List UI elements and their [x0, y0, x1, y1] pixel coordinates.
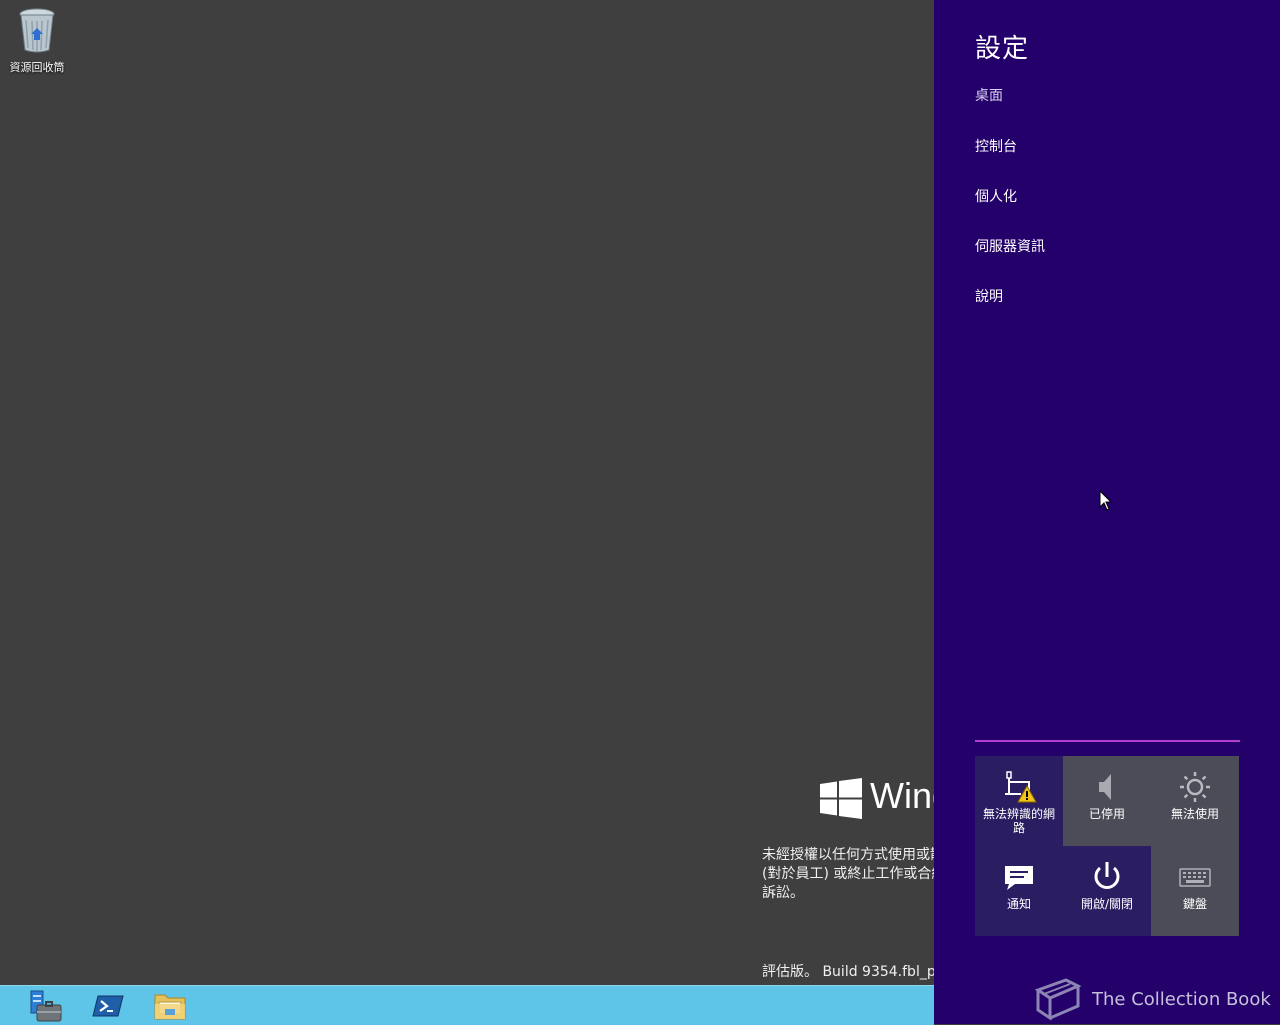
windows-logo-icon: [820, 778, 862, 819]
tile-network-label: 無法辨識的網路: [982, 807, 1055, 835]
folder-icon: [154, 994, 186, 1020]
power-icon: [1094, 862, 1120, 889]
taskbar-file-explorer[interactable]: [148, 988, 192, 1024]
desktop: 資源回收筒 Wind 未經授權以任何方式使用或散佈 (對於員工) 或終止工作或合…: [0, 0, 934, 985]
tile-brightness[interactable]: 無法使用: [1151, 756, 1239, 846]
network-warning-icon: [1005, 771, 1037, 803]
tile-volume-label: 已停用: [1088, 807, 1125, 821]
notice-line: 訴訟。: [762, 885, 804, 901]
taskbar-powershell[interactable]: [86, 988, 130, 1024]
tile-notifications-label: 通知: [1006, 897, 1031, 911]
notice-line: (對於員工) 或終止工作或合約: [762, 866, 934, 882]
brightness-icon: [1180, 772, 1210, 802]
mouse-cursor-icon: [1099, 490, 1113, 511]
tile-keyboard-label: 鍵盤: [1182, 897, 1207, 911]
charm-item-help[interactable]: 說明: [975, 286, 1003, 306]
charm-title: 設定: [975, 34, 1030, 64]
speaker-icon: [1099, 774, 1111, 800]
powershell-icon: [92, 995, 124, 1017]
notification-icon: [1005, 866, 1033, 890]
recycle-bin-icon: [19, 8, 55, 53]
tile-keyboard[interactable]: 鍵盤: [1151, 846, 1239, 936]
book-icon: [1034, 978, 1082, 1021]
charm-item-server-info[interactable]: 伺服器資訊: [975, 236, 1045, 256]
charm-item-desktop[interactable]: 桌面: [975, 85, 1003, 105]
recycle-bin[interactable]: 資源回收筒: [4, 6, 70, 75]
build-info: 評估版。 Build 9354.fbl_pac: [762, 964, 934, 980]
recycle-bin-label: 資源回收筒: [9, 61, 65, 74]
quick-settings-tiles: 無法辨識的網路 已停用 無法使用 通知 開啟/關閉 鍵盤: [975, 756, 1240, 936]
tile-power[interactable]: 開啟/關閉: [1063, 846, 1151, 936]
tile-brightness-label: 無法使用: [1170, 807, 1219, 821]
charm-item-control-panel[interactable]: 控制台: [975, 136, 1017, 156]
settings-charm-panel: 設定 桌面 控制台 個人化 伺服器資訊 說明 無法辨識的網路 已停用 無法使用 …: [934, 0, 1280, 1024]
tile-volume[interactable]: 已停用: [1063, 756, 1151, 846]
notice-line: 未經授權以任何方式使用或散佈: [762, 847, 934, 863]
tile-network[interactable]: 無法辨識的網路: [975, 756, 1063, 846]
tile-power-label: 開啟/關閉: [1080, 897, 1134, 911]
server-manager-icon: [30, 990, 62, 1022]
windows-wordmark: Wind: [870, 775, 934, 816]
charm-divider: [975, 740, 1240, 742]
taskbar-server-manager[interactable]: [23, 988, 67, 1024]
watermark: The Collection Book: [1030, 976, 1271, 1022]
license-notice: 未經授權以任何方式使用或散佈 (對於員工) 或終止工作或合約 訴訟。: [762, 846, 934, 903]
keyboard-icon: [1179, 868, 1211, 887]
tile-notifications[interactable]: 通知: [975, 846, 1063, 936]
taskbar: [0, 985, 934, 1025]
watermark-text: The Collection Book: [1092, 988, 1271, 1010]
charm-item-personalize[interactable]: 個人化: [975, 186, 1017, 206]
